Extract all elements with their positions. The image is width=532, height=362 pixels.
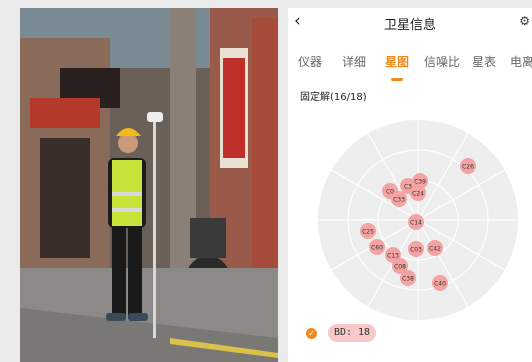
satellite-marker[interactable]: C25 bbox=[360, 223, 376, 239]
surveyor-photo-graphic bbox=[20, 8, 278, 362]
satellite-label: C60 bbox=[371, 245, 383, 252]
satellite-marker[interactable]: C03 bbox=[408, 241, 424, 257]
bd-count-chip: BD: 18 bbox=[328, 324, 376, 342]
satellite-marker[interactable]: C14 bbox=[408, 214, 424, 230]
satellite-marker[interactable]: C60 bbox=[369, 239, 385, 255]
satellite-marker[interactable]: C26 bbox=[460, 158, 476, 174]
satellite-label: C14 bbox=[410, 220, 422, 227]
satellite-marker[interactable]: C42 bbox=[427, 240, 443, 256]
satellite-label: C08 bbox=[394, 264, 406, 271]
satellite-marker[interactable]: C38 bbox=[400, 270, 416, 286]
satellite-label: C25 bbox=[362, 229, 374, 236]
sky-plot: C26C39C0C3C24C33C14C25C60C13C08C03 C42C38… bbox=[318, 120, 518, 320]
satellite-label: C26 bbox=[462, 164, 474, 171]
satellite-marker[interactable]: C33 bbox=[391, 191, 407, 207]
satellite-marker[interactable]: C24 bbox=[410, 185, 426, 201]
satellite-marker[interactable]: C40 bbox=[432, 275, 448, 291]
satellite-label: C03 bbox=[410, 247, 422, 254]
satellite-label: C38 bbox=[402, 276, 414, 283]
phone-screen: ‹ 卫星信息 ⚙ 仪器 详细 星图 信噪比 星表 电离 固定解(16/18) C… bbox=[288, 8, 532, 362]
satellite-label: C42 bbox=[429, 246, 441, 253]
satellite-label: C24 bbox=[412, 191, 424, 198]
satellite-label: C33 bbox=[393, 197, 405, 204]
satellite-label: C39 bbox=[414, 179, 426, 186]
check-icon[interactable]: ✓ bbox=[306, 328, 317, 339]
surveyor-photo bbox=[20, 8, 278, 362]
satellite-label: C13 bbox=[387, 253, 399, 260]
satellite-label: C40 bbox=[434, 281, 446, 288]
